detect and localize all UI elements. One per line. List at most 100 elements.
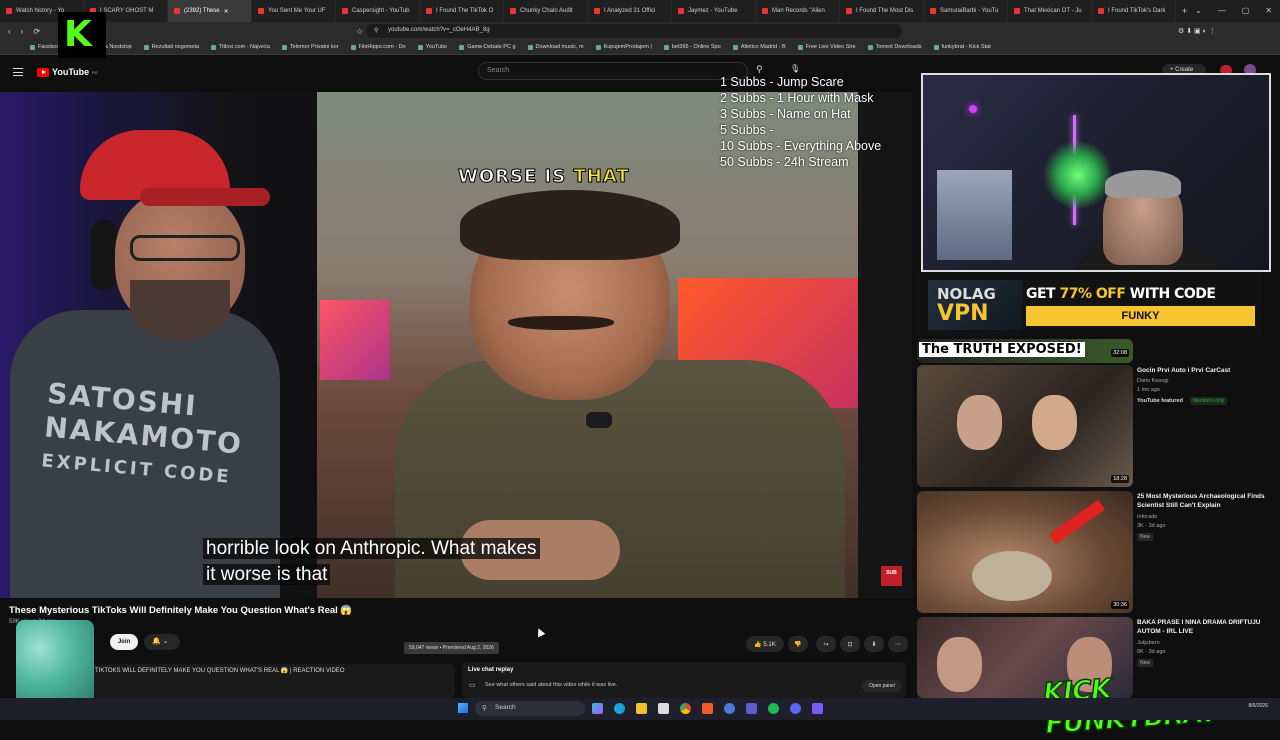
new-badge: New: [1137, 533, 1154, 541]
taskbar-clock[interactable]: 8/6/2026: [1249, 703, 1268, 709]
sidebar-video-thumbnail[interactable]: 18:28: [917, 365, 1133, 487]
edge-icon[interactable]: [614, 703, 625, 714]
reload-icon[interactable]: ⟳: [33, 27, 40, 36]
live-chat-replay-panel: [462, 662, 906, 698]
store-icon[interactable]: [658, 703, 669, 714]
new-tab-icon[interactable]: +: [1182, 6, 1187, 16]
bookmark-item[interactable]: FileHippo.com - Do: [350, 44, 406, 50]
windows-start-icon[interactable]: [458, 703, 468, 713]
share-button[interactable]: ↪: [816, 636, 836, 652]
sidebar-video-title[interactable]: Gocin Prvi Auto i Prvi CarCast: [1137, 366, 1267, 375]
bookmark-item[interactable]: funkybrat - Kick Stat: [933, 44, 991, 50]
close-window-icon[interactable]: ✕: [1265, 6, 1272, 15]
taskbar-search[interactable]: ⚲ Search: [475, 701, 585, 716]
browser-tab[interactable]: Jaymez - YouTube: [672, 0, 756, 22]
bookmark-item[interactable]: Game-Debate PC g: [459, 44, 516, 50]
bookmark-item[interactable]: Free Live Video Stre: [797, 44, 856, 50]
streamer-cam: [60, 130, 280, 598]
youtube-favicon-icon: [1014, 8, 1020, 14]
file-explorer-icon[interactable]: [636, 703, 647, 714]
maximize-icon[interactable]: ▢: [1242, 6, 1250, 15]
bookmark-favicon-icon: [527, 44, 533, 50]
youtube-favicon-icon: [594, 8, 600, 14]
red-arrow-icon: [1048, 499, 1106, 545]
sidebar-video-channel[interactable]: Dario Kesogi: [1137, 377, 1169, 385]
browser-tab[interactable]: That Mexican OT - Ju: [1008, 0, 1092, 22]
bookmark-item[interactable]: YouTube: [417, 44, 447, 50]
chrome-icon[interactable]: [680, 703, 691, 714]
notification-bell-button[interactable]: 🔔 ⌄: [144, 634, 180, 650]
more-actions-button[interactable]: ⋯: [888, 636, 908, 652]
download-button[interactable]: ⬇: [864, 636, 884, 652]
save-button[interactable]: ⊡: [840, 636, 860, 652]
browser-tab[interactable]: You Sent Me Your UF: [252, 0, 336, 22]
browser-tab[interactable]: I Found TikTok's Dark: [1092, 0, 1176, 22]
site-info-icon[interactable]: ⚲: [374, 27, 378, 34]
youtube-logo[interactable]: YouTube RS: [37, 67, 98, 77]
youtube-favicon-icon: [678, 8, 684, 14]
tab-close-icon[interactable]: ✕: [224, 8, 229, 15]
sidebar-video-channel[interactable]: Inforado: [1137, 513, 1157, 521]
youtube-favicon-icon: [762, 8, 768, 14]
bookmark-item[interactable]: Telemor Privatni kor: [281, 44, 339, 50]
browser-tab[interactable]: Chunky Chalo Audit: [504, 0, 588, 22]
bookmark-item[interactable]: Atletico Madrid - B: [732, 44, 786, 50]
sidebar-video-title[interactable]: BAKA PRASE I NINA DRAMA DRIFTUJU AUTOM -…: [1137, 618, 1267, 636]
chat-title: Live chat replay: [468, 667, 514, 673]
tab-search-icon[interactable]: ⌄: [1195, 6, 1202, 15]
brave-icon[interactable]: [702, 703, 713, 714]
sidebar-video-thumbnail[interactable]: 30:36: [917, 491, 1133, 613]
browser-tab[interactable]: I Found The TikTok O: [420, 0, 504, 22]
browser-tab[interactable]: Caspersight - YouTub: [336, 0, 420, 22]
back-icon[interactable]: ‹: [8, 27, 11, 36]
closed-captions: horrible look on Anthropic. What makes i…: [203, 536, 540, 588]
open-panel-button[interactable]: Open panel: [862, 680, 902, 692]
app-icon[interactable]: [812, 703, 823, 714]
bookmark-item[interactable]: Titlovi.com - Najveća: [211, 44, 270, 50]
browser-tab[interactable]: SamuraiBarbi - YouTu: [924, 0, 1008, 22]
app-icon[interactable]: [724, 703, 735, 714]
video-caption-overlay: WORSE IS THAT: [457, 166, 630, 188]
discord-icon[interactable]: [790, 703, 801, 714]
video-duration: 30:36: [1111, 601, 1129, 609]
bookmark-item[interactable]: Torrent Downloads: [867, 44, 922, 50]
subscribe-watermark[interactable]: SUB: [881, 566, 902, 586]
sub-goal-item: 50 Subbs - 24h Stream: [720, 155, 849, 169]
spotify-icon[interactable]: [768, 703, 779, 714]
like-button[interactable]: 👍 5.1K: [746, 636, 784, 652]
bookmark-item[interactable]: KupujemProdajem |: [595, 44, 652, 50]
bookmark-item[interactable]: bet365 - Online Spo: [663, 44, 721, 50]
browser-tab[interactable]: I Found The Most Dis: [840, 0, 924, 22]
copilot-icon[interactable]: [592, 703, 603, 714]
chat-icon: ▭: [469, 682, 476, 689]
youtube-favicon-icon: [342, 8, 348, 14]
sidebar-video-thumbnail[interactable]: The TRUTH EXPOSED! 32:08: [917, 339, 1133, 363]
bookmark-item[interactable]: Download music, m: [527, 44, 584, 50]
streamer-cap-brim: [140, 188, 270, 206]
extensions-icon[interactable]: ⚙ ⬇ ▣ ◐ ⋮: [1178, 27, 1216, 35]
sidebar-video-channel[interactable]: Jutjubero: [1137, 639, 1160, 647]
bell-icon: 🔔 ⌄: [152, 638, 169, 645]
search-input[interactable]: Search: [478, 62, 748, 80]
url-input[interactable]: ⚲ youtube.com/watch?v=_cOeH4AB_8g: [366, 24, 902, 38]
bookmark-favicon-icon: [211, 44, 217, 50]
bookmark-item[interactable]: Rezultati nogometa: [143, 44, 199, 50]
join-button[interactable]: Join: [110, 634, 138, 650]
thumbs-up-icon: 👍: [754, 641, 762, 648]
bookmark-star-icon[interactable]: ☆: [356, 27, 363, 36]
teams-icon[interactable]: [746, 703, 757, 714]
sidebar-video-title[interactable]: 25 Most Mysterious Archaeological Finds …: [1137, 492, 1267, 510]
minimize-icon[interactable]: —: [1218, 6, 1226, 15]
microphone-icon[interactable]: 🎙: [790, 64, 800, 73]
browser-tab[interactable]: I Analyzed 31 Offici: [588, 0, 672, 22]
description-box[interactable]: TIKTOKS WILL DEFINITELY MAKE YOU QUESTIO…: [90, 664, 455, 698]
browser-tab[interactable]: Man Records "Alien: [756, 0, 840, 22]
ad-brand: NOLAG VPN: [937, 285, 996, 326]
bookmark-favicon-icon: [867, 44, 873, 50]
youtube-favicon-icon: [510, 8, 516, 14]
dislike-button[interactable]: 👎: [788, 636, 808, 652]
menu-icon[interactable]: [13, 68, 23, 76]
streamer-glasses: [130, 235, 240, 261]
forward-icon[interactable]: ›: [21, 27, 24, 36]
browser-tab-active[interactable]: (2392) These ✕: [168, 0, 252, 22]
